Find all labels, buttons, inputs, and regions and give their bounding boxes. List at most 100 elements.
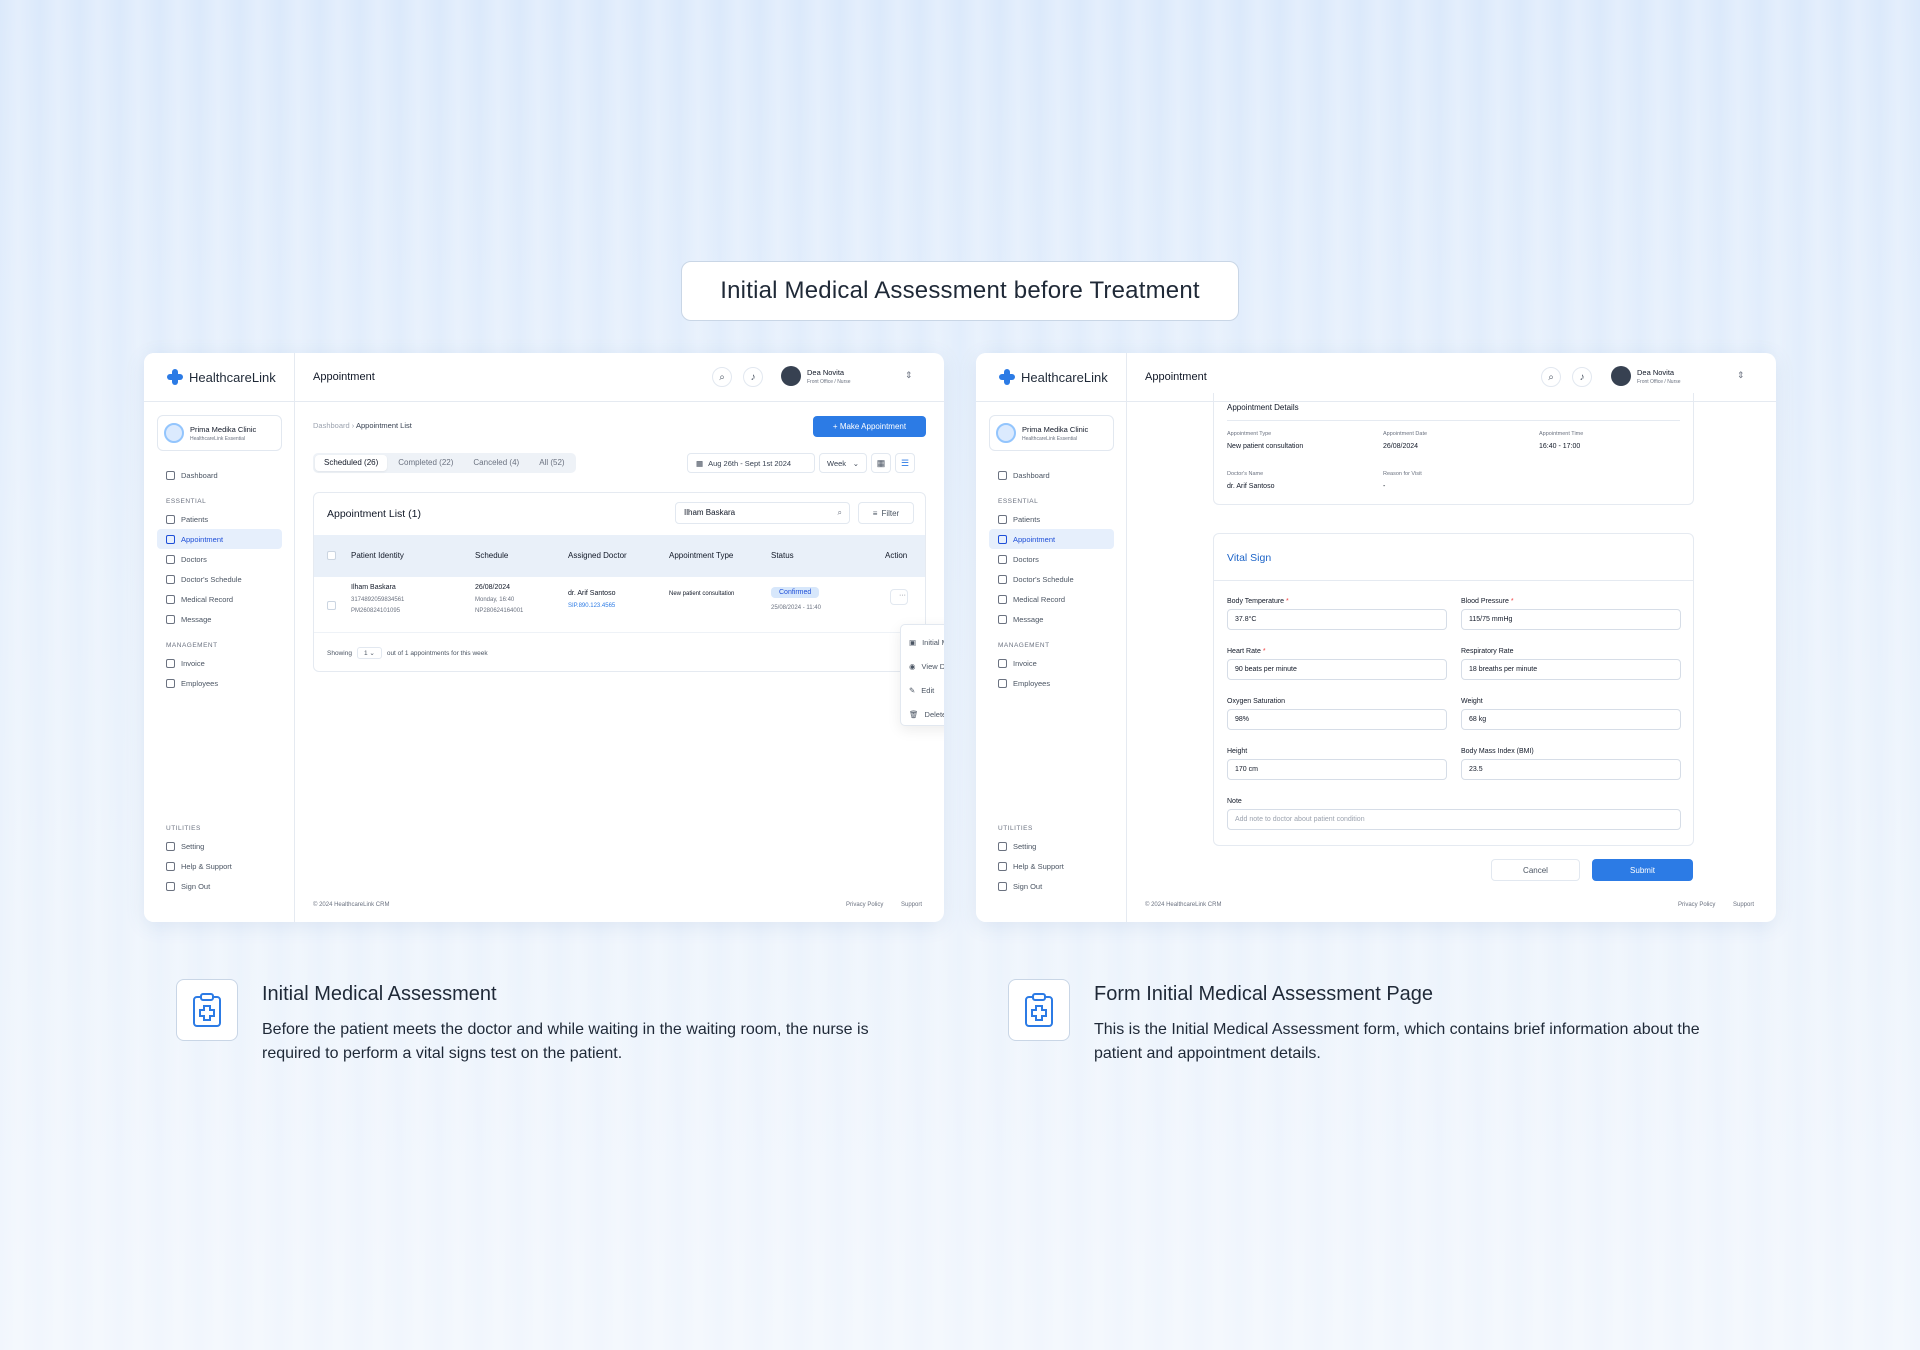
brand-logo[interactable]: HealthcareLink <box>998 367 1108 387</box>
menu-item-initial-assessment[interactable]: ▣ Initial Medical Assessment <box>901 630 944 654</box>
tab-canceled[interactable]: Canceled (4) <box>464 455 528 471</box>
make-appointment-button[interactable]: + Make Appointment <box>813 416 926 437</box>
col-appointment-type[interactable]: Appointment Type <box>669 551 733 560</box>
body-temperature-input[interactable]: 37.8°C <box>1227 609 1447 630</box>
search-button[interactable]: ⌕ <box>1541 367 1561 387</box>
appointment-time-field: Appointment Time 16:40 - 17:00 <box>1539 431 1583 450</box>
sidebar-item-setting[interactable]: Setting <box>989 836 1114 856</box>
user-menu[interactable]: Dea Novita Front Office / Nurse ⇕ <box>781 366 913 386</box>
sidebar-item-medical-record[interactable]: Medical Record <box>157 589 282 609</box>
sidebar-item-signout[interactable]: Sign Out <box>157 876 282 896</box>
sidebar-item-employees[interactable]: Employees <box>989 673 1114 693</box>
field-label: Doctor's Name <box>1227 471 1264 477</box>
note-input[interactable]: Add note to doctor about patient conditi… <box>1227 809 1681 830</box>
cancel-button[interactable]: Cancel <box>1491 859 1580 881</box>
weight-input[interactable]: 68 kg <box>1461 709 1681 730</box>
clinic-switcher[interactable]: Prima Medika Clinic HealthcareLink Essen… <box>157 415 282 451</box>
breadcrumb-current: Appointment List <box>355 421 412 430</box>
height-input[interactable]: 170 cm <box>1227 759 1447 780</box>
sidebar-item-doctors-schedule[interactable]: Doctor's Schedule <box>989 569 1114 589</box>
sidebar-item-label: Sign Out <box>1013 881 1043 891</box>
submit-button[interactable]: Submit <box>1592 859 1693 881</box>
row-action-button[interactable]: ··· <box>890 589 908 605</box>
breadcrumb-root[interactable]: Dashboard <box>313 421 350 430</box>
page-size-select[interactable]: 1 ⌄ <box>356 647 382 659</box>
table-row[interactable]: Ilham Baskara 3174892059834561 PM2608241… <box>314 577 925 633</box>
sidebar-item-appointment[interactable]: Appointment <box>157 529 282 549</box>
appointment-type: New patient consultation <box>669 591 735 597</box>
patient-nik: 3174892059834561 <box>351 597 405 603</box>
gear-icon <box>998 841 1007 851</box>
section-management: MANAGEMENT <box>166 642 218 649</box>
user-menu[interactable]: Dea Novita Front Office / Nurse ⇕ <box>1611 366 1745 386</box>
brand-logo[interactable]: HealthcareLink <box>166 367 276 387</box>
search-button[interactable]: ⌕ <box>712 367 732 387</box>
sidebar-item-help[interactable]: Help & Support <box>989 856 1114 876</box>
sidebar-item-patients[interactable]: Patients <box>157 509 282 529</box>
sidebar-item-help[interactable]: Help & Support <box>157 856 282 876</box>
tab-all[interactable]: All (52) <box>530 455 573 471</box>
sidebar-item-message[interactable]: Message <box>157 609 282 629</box>
sidebar-item-doctors[interactable]: Doctors <box>989 549 1114 569</box>
chevron-down-icon: ⌄ <box>852 458 859 468</box>
signout-icon <box>998 881 1007 891</box>
sidebar-item-dashboard[interactable]: Dashboard <box>157 465 282 485</box>
blood-pressure-input[interactable]: 115/75 mmHg <box>1461 609 1681 630</box>
sidebar-item-doctors[interactable]: Doctors <box>157 549 282 569</box>
notifications-button[interactable]: ♪ <box>743 367 763 387</box>
tab-completed[interactable]: Completed (22) <box>389 455 462 471</box>
period-select[interactable]: Week ⌄ <box>819 453 867 473</box>
footer-privacy-link[interactable]: Privacy Policy <box>846 902 883 908</box>
footer-support-link[interactable]: Support <box>901 902 922 908</box>
respiratory-rate-input[interactable]: 18 breaths per minute <box>1461 659 1681 680</box>
sidebar-item-message[interactable]: Message <box>989 609 1114 629</box>
filter-button[interactable]: ≡ Filter <box>858 502 914 524</box>
col-assigned-doctor[interactable]: Assigned Doctor <box>568 551 627 560</box>
dashboard-icon <box>998 470 1007 480</box>
tab-scheduled[interactable]: Scheduled (26) <box>315 455 388 471</box>
sidebar-item-patients[interactable]: Patients <box>989 509 1114 529</box>
heart-rate-input[interactable]: 90 beats per minute <box>1227 659 1447 680</box>
col-patient-identity[interactable]: Patient Identity <box>351 551 404 560</box>
sidebar-item-label: Doctors <box>1013 554 1039 564</box>
search-icon: ⌕ <box>719 371 725 383</box>
sidebar-item-setting[interactable]: Setting <box>157 836 282 856</box>
menu-item-edit[interactable]: ✎ Edit <box>901 678 944 702</box>
menu-item-view-details[interactable]: ◉ View Details <box>901 654 944 678</box>
help-icon <box>166 861 175 871</box>
footer-support-link[interactable]: Support <box>1733 902 1754 908</box>
bmi-input[interactable]: 23.5 <box>1461 759 1681 780</box>
sidebar-item-invoice[interactable]: Invoice <box>157 653 282 673</box>
sidebar-item-dashboard[interactable]: Dashboard <box>989 465 1114 485</box>
search-input[interactable]: Ilham Baskara ⌕ <box>675 502 850 524</box>
section-utilities: UTILITIES <box>166 825 201 832</box>
sidebar-item-label: Doctors <box>181 554 207 564</box>
notifications-button[interactable]: ♪ <box>1572 367 1592 387</box>
sidebar-item-label: Setting <box>181 841 205 851</box>
eye-icon: ◉ <box>909 661 916 671</box>
oxygen-saturation-input[interactable]: 98% <box>1227 709 1447 730</box>
field-label: Blood Pressure <box>1461 598 1509 605</box>
calendar-view-button[interactable]: ▦ <box>871 453 891 473</box>
user-role: Front Office / Nurse <box>807 378 851 385</box>
sidebar-item-appointment[interactable]: Appointment <box>989 529 1114 549</box>
field-label: Note <box>1227 798 1242 805</box>
select-all-checkbox[interactable] <box>327 551 336 560</box>
footer-privacy-link[interactable]: Privacy Policy <box>1678 902 1715 908</box>
list-view-button[interactable]: ☰ <box>895 453 915 473</box>
sidebar-item-medical-record[interactable]: Medical Record <box>989 589 1114 609</box>
body-temperature-field: Body Temperature * 37.8°C <box>1227 598 1447 630</box>
col-schedule[interactable]: Schedule <box>475 551 508 560</box>
sidebar-item-doctors-schedule[interactable]: Doctor's Schedule <box>157 569 282 589</box>
user-role: Front Office / Nurse <box>1637 378 1681 385</box>
date-range-picker[interactable]: ▦ Aug 26th - Sept 1st 2024 <box>687 453 815 473</box>
clinic-switcher[interactable]: Prima Medika Clinic HealthcareLink Essen… <box>989 415 1114 451</box>
record-icon <box>998 594 1007 604</box>
main-content: Appointment ⌕ ♪ Dea Novita Front Office … <box>1127 353 1776 922</box>
sidebar-item-invoice[interactable]: Invoice <box>989 653 1114 673</box>
menu-item-delete[interactable]: 🗑 Delete <box>901 702 944 726</box>
sidebar-item-employees[interactable]: Employees <box>157 673 282 693</box>
col-status[interactable]: Status <box>771 551 794 560</box>
sidebar-item-signout[interactable]: Sign Out <box>989 876 1114 896</box>
row-checkbox[interactable] <box>327 601 336 610</box>
